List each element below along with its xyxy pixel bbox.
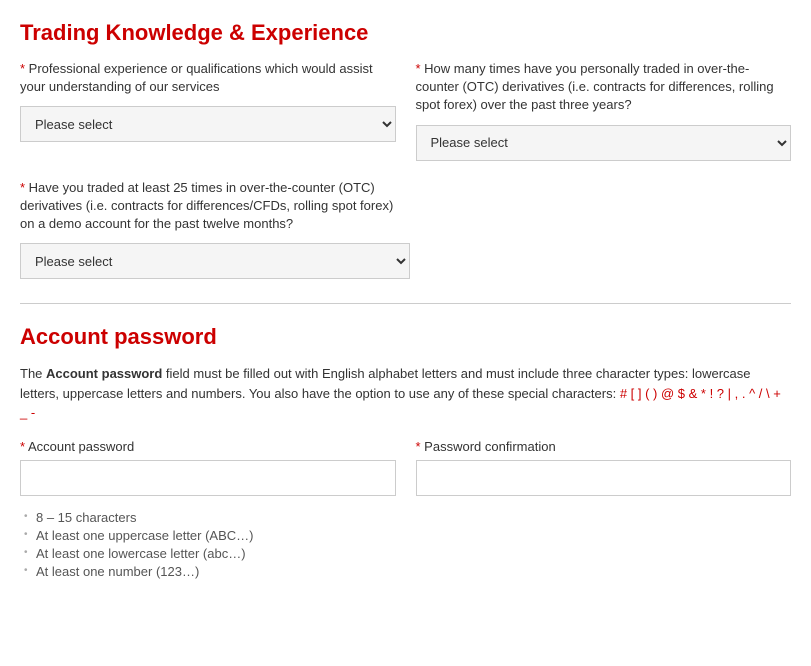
- section-divider: [20, 303, 791, 304]
- demo-account-select[interactable]: Please select: [20, 243, 410, 279]
- password-confirmation-label: * Password confirmation: [416, 439, 792, 454]
- field2-label: * How many times have you personally tra…: [416, 60, 792, 115]
- professional-experience-select[interactable]: Please select: [20, 106, 396, 142]
- requirement-item: 8 – 15 characters: [20, 510, 791, 525]
- trading-section-title: Trading Knowledge & Experience: [20, 20, 791, 46]
- password-confirmation-input[interactable]: [416, 460, 792, 496]
- account-password-field: * Account password: [20, 439, 396, 496]
- field3-label: * Have you traded at least 25 times in o…: [20, 179, 410, 234]
- field1-label: * Professional experience or qualificati…: [20, 60, 396, 96]
- password-section-title: Account password: [20, 324, 791, 350]
- account-password-input[interactable]: [20, 460, 396, 496]
- requirement-item: At least one lowercase letter (abc…): [20, 546, 791, 561]
- password-requirements: 8 – 15 characters At least one uppercase …: [20, 510, 791, 579]
- password-section: Account password The Account password fi…: [20, 324, 791, 579]
- requirement-item: At least one uppercase letter (ABC…): [20, 528, 791, 543]
- password-description: The Account password field must be fille…: [20, 364, 791, 423]
- password-confirmation-field: * Password confirmation: [416, 439, 792, 496]
- account-password-label: * Account password: [20, 439, 396, 454]
- password-fields-container: * Account password * Password confirmati…: [20, 439, 791, 496]
- otc-trades-select[interactable]: Please select: [416, 125, 792, 161]
- requirement-item: At least one number (123…): [20, 564, 791, 579]
